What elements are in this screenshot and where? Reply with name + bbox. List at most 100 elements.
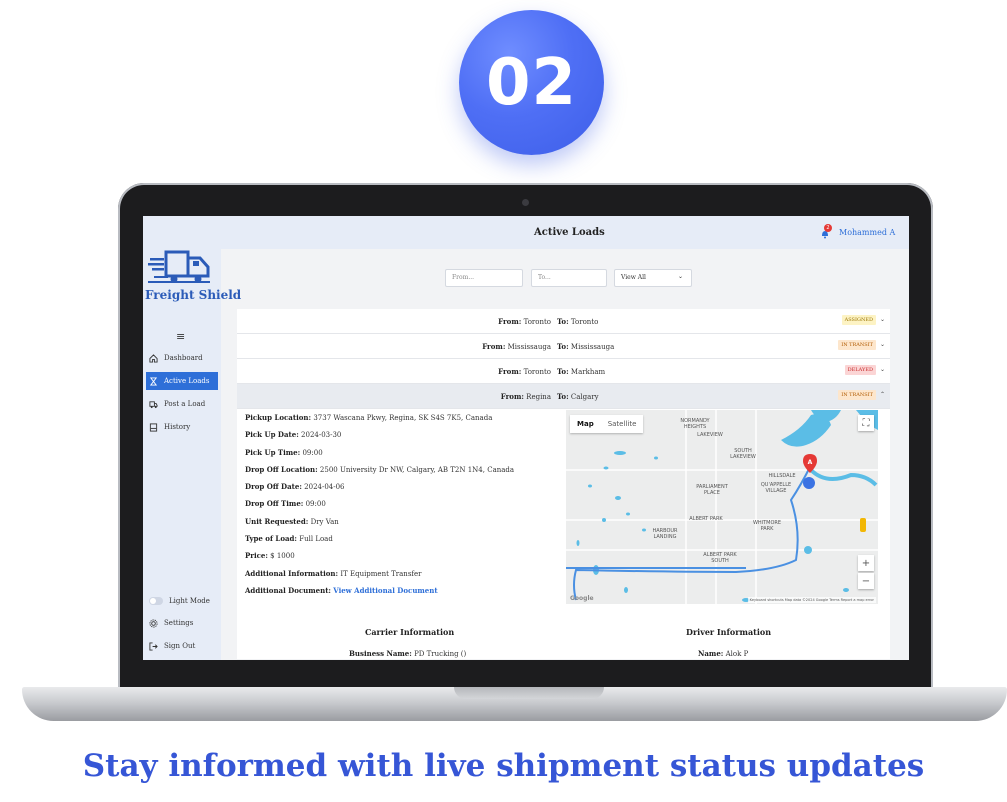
- map-label-harbour: HARBOUR LANDING: [652, 528, 678, 540]
- map-label-parliament: PARLIAMENT PLACE: [696, 484, 728, 496]
- chevron-down-icon[interactable]: ⌄: [880, 316, 885, 323]
- detail-type-of-load: Type of Load: Full Load: [245, 534, 333, 544]
- load-to: To: Calgary: [557, 392, 599, 401]
- loads-card: From: Toronto To: Toronto ASSIGNED ⌄ Fro…: [237, 309, 890, 659]
- map-label-hillsdale: HILLSDALE: [768, 473, 796, 479]
- sidebar-item-label: Dashboard: [164, 354, 203, 362]
- sidebar: Freight Shield ≡ Dashboard Active Loads …: [143, 216, 242, 660]
- zoom-out-button[interactable]: −: [858, 573, 874, 589]
- map-label-albert-park: ALBERT PARK: [689, 516, 723, 522]
- detail-unit-requested: Unit Requested: Dry Van: [245, 516, 339, 526]
- tagline: Stay informed with live shipment status …: [82, 748, 925, 784]
- driver-info-title: Driver Information: [686, 627, 772, 637]
- camera-icon: [522, 199, 529, 206]
- notification-count-badge: 2: [824, 224, 832, 232]
- hamburger-icon[interactable]: ≡: [176, 330, 185, 343]
- detail-dropoff-location: Drop Off Location: 2500 University Dr NW…: [245, 464, 515, 474]
- detail-dropoff-time: Drop Off Time: 09:00: [245, 499, 326, 509]
- user-name[interactable]: Mohammed A: [839, 228, 895, 237]
- view-document-link[interactable]: View Additional Document: [333, 586, 437, 595]
- home-icon: [149, 353, 158, 363]
- driver-name: Name: Alok P: [698, 649, 749, 658]
- app-screen: Freight Shield ≡ Dashboard Active Loads …: [143, 216, 909, 660]
- light-mode-toggle[interactable]: Light Mode: [146, 592, 218, 610]
- sidebar-item-label: Settings: [164, 619, 194, 627]
- view-select[interactable]: View All ⌄: [614, 269, 692, 287]
- sidebar-item-active-loads[interactable]: Active Loads: [146, 372, 218, 390]
- map-label-normandy: NORMANDY HEIGHTS: [680, 418, 710, 430]
- load-to: To: Mississauga: [557, 342, 615, 351]
- tab-satellite[interactable]: Satellite: [601, 415, 644, 433]
- clipboard-icon: [149, 422, 158, 432]
- load-to: To: Markham: [557, 367, 606, 376]
- map-label-south-lakeview: SOUTH LAKEVIEW: [730, 448, 756, 460]
- zoom-in-button[interactable]: +: [858, 555, 874, 571]
- detail-pickup-time: Pick Up Time: 09:00: [245, 447, 323, 457]
- step-number: 02: [485, 45, 578, 120]
- load-row-expanded[interactable]: From: Regina To: Calgary IN TRANSIT ⌃: [237, 384, 890, 409]
- sidebar-item-history[interactable]: History: [146, 418, 218, 436]
- map-canvas[interactable]: A: [566, 410, 878, 604]
- load-from: From: Mississauga: [482, 342, 551, 351]
- detail-price: Price: $ 1000: [245, 551, 295, 561]
- chevron-down-icon[interactable]: ⌄: [880, 341, 885, 348]
- main-content: Active Loads 2 Mohammed A From... To... …: [221, 216, 909, 660]
- carrier-business-name: Business Name: PD Trucking (): [349, 649, 467, 658]
- truck-icon: [149, 400, 158, 408]
- chevron-down-icon: ⌄: [677, 273, 683, 280]
- map-marker-label: A: [808, 459, 813, 466]
- top-bar: Active Loads 2 Mohammed A: [221, 216, 909, 249]
- sidebar-item-settings[interactable]: Settings: [146, 614, 218, 632]
- fullscreen-icon[interactable]: ⛶: [858, 415, 874, 431]
- load-from: From: Regina: [500, 392, 551, 401]
- sidebar-item-label: Post a Load: [164, 400, 206, 408]
- sidebar-item-label: History: [164, 423, 191, 431]
- sidebar-item-dashboard[interactable]: Dashboard: [146, 349, 218, 367]
- load-row[interactable]: From: Toronto To: Toronto ASSIGNED ⌄: [237, 309, 890, 334]
- sidebar-item-label: Active Loads: [164, 377, 210, 385]
- sidebar-item-label: Sign Out: [164, 642, 196, 650]
- from-input[interactable]: From...: [445, 269, 523, 287]
- sidebar-item-post-a-load[interactable]: Post a Load: [146, 395, 218, 413]
- load-details: Pickup Location: 3737 Wascana Pkwy, Regi…: [245, 413, 514, 603]
- from-input-placeholder: From...: [452, 274, 475, 281]
- toggle-icon: [149, 597, 163, 605]
- chevron-up-icon[interactable]: ⌃: [880, 391, 885, 398]
- page-title: Active Loads: [534, 227, 605, 238]
- sign-out-icon: [149, 641, 158, 651]
- status-badge: IN TRANSIT: [838, 340, 876, 350]
- map-footer[interactable]: Keyboard shortcuts Map data ©2024 Google…: [747, 597, 876, 603]
- status-badge: DELAYED: [844, 365, 876, 375]
- map-label-quappelle: QU'APPELLE VILLAGE: [760, 482, 792, 494]
- light-mode-label: Light Mode: [169, 597, 210, 605]
- gear-icon: [149, 618, 158, 628]
- load-from: From: Toronto: [498, 367, 551, 376]
- view-select-value: View All: [621, 274, 646, 281]
- detail-pickup-location: Pickup Location: 3737 Wascana Pkwy, Regi…: [245, 413, 493, 422]
- tab-map[interactable]: Map: [570, 415, 601, 433]
- to-input-placeholder: To...: [538, 274, 551, 281]
- load-row[interactable]: From: Mississauga To: Mississauga IN TRA…: [237, 334, 890, 359]
- status-badge: ASSIGNED: [841, 315, 876, 325]
- step-badge: 02: [459, 10, 604, 155]
- load-row[interactable]: From: Toronto To: Markham DELAYED ⌄: [237, 359, 890, 384]
- status-badge: IN TRANSIT: [838, 390, 876, 400]
- load-from: From: Toronto: [498, 317, 551, 326]
- map-type-tabs: Map Satellite: [570, 415, 644, 433]
- detail-additional-document: Additional Document: View Additional Doc…: [245, 585, 438, 595]
- load-to: To: Toronto: [557, 317, 599, 326]
- detail-dropoff-date: Drop Off Date: 2024-04-06: [245, 482, 345, 492]
- laptop-notch: [454, 687, 604, 699]
- route-map[interactable]: A Map Satellite NORMANDY HEIGHTS LAKEVIE…: [566, 410, 878, 604]
- map-label-whitmore: WHITMORE PARK: [752, 520, 782, 532]
- google-logo: Google: [570, 595, 594, 602]
- chevron-down-icon[interactable]: ⌄: [880, 366, 885, 373]
- truck-logo-icon: [148, 250, 210, 283]
- sidebar-item-sign-out[interactable]: Sign Out: [146, 637, 218, 655]
- detail-additional-information: Additional Information: IT Equipment Tra…: [245, 568, 422, 578]
- map-label-albert-south: ALBERT PARK SOUTH: [703, 552, 737, 564]
- detail-pickup-date: Pick Up Date: 2024-03-30: [245, 430, 342, 440]
- brand-name: Freight Shield: [145, 288, 242, 302]
- to-input[interactable]: To...: [531, 269, 607, 287]
- map-label-lakeview: LAKEVIEW: [697, 432, 723, 438]
